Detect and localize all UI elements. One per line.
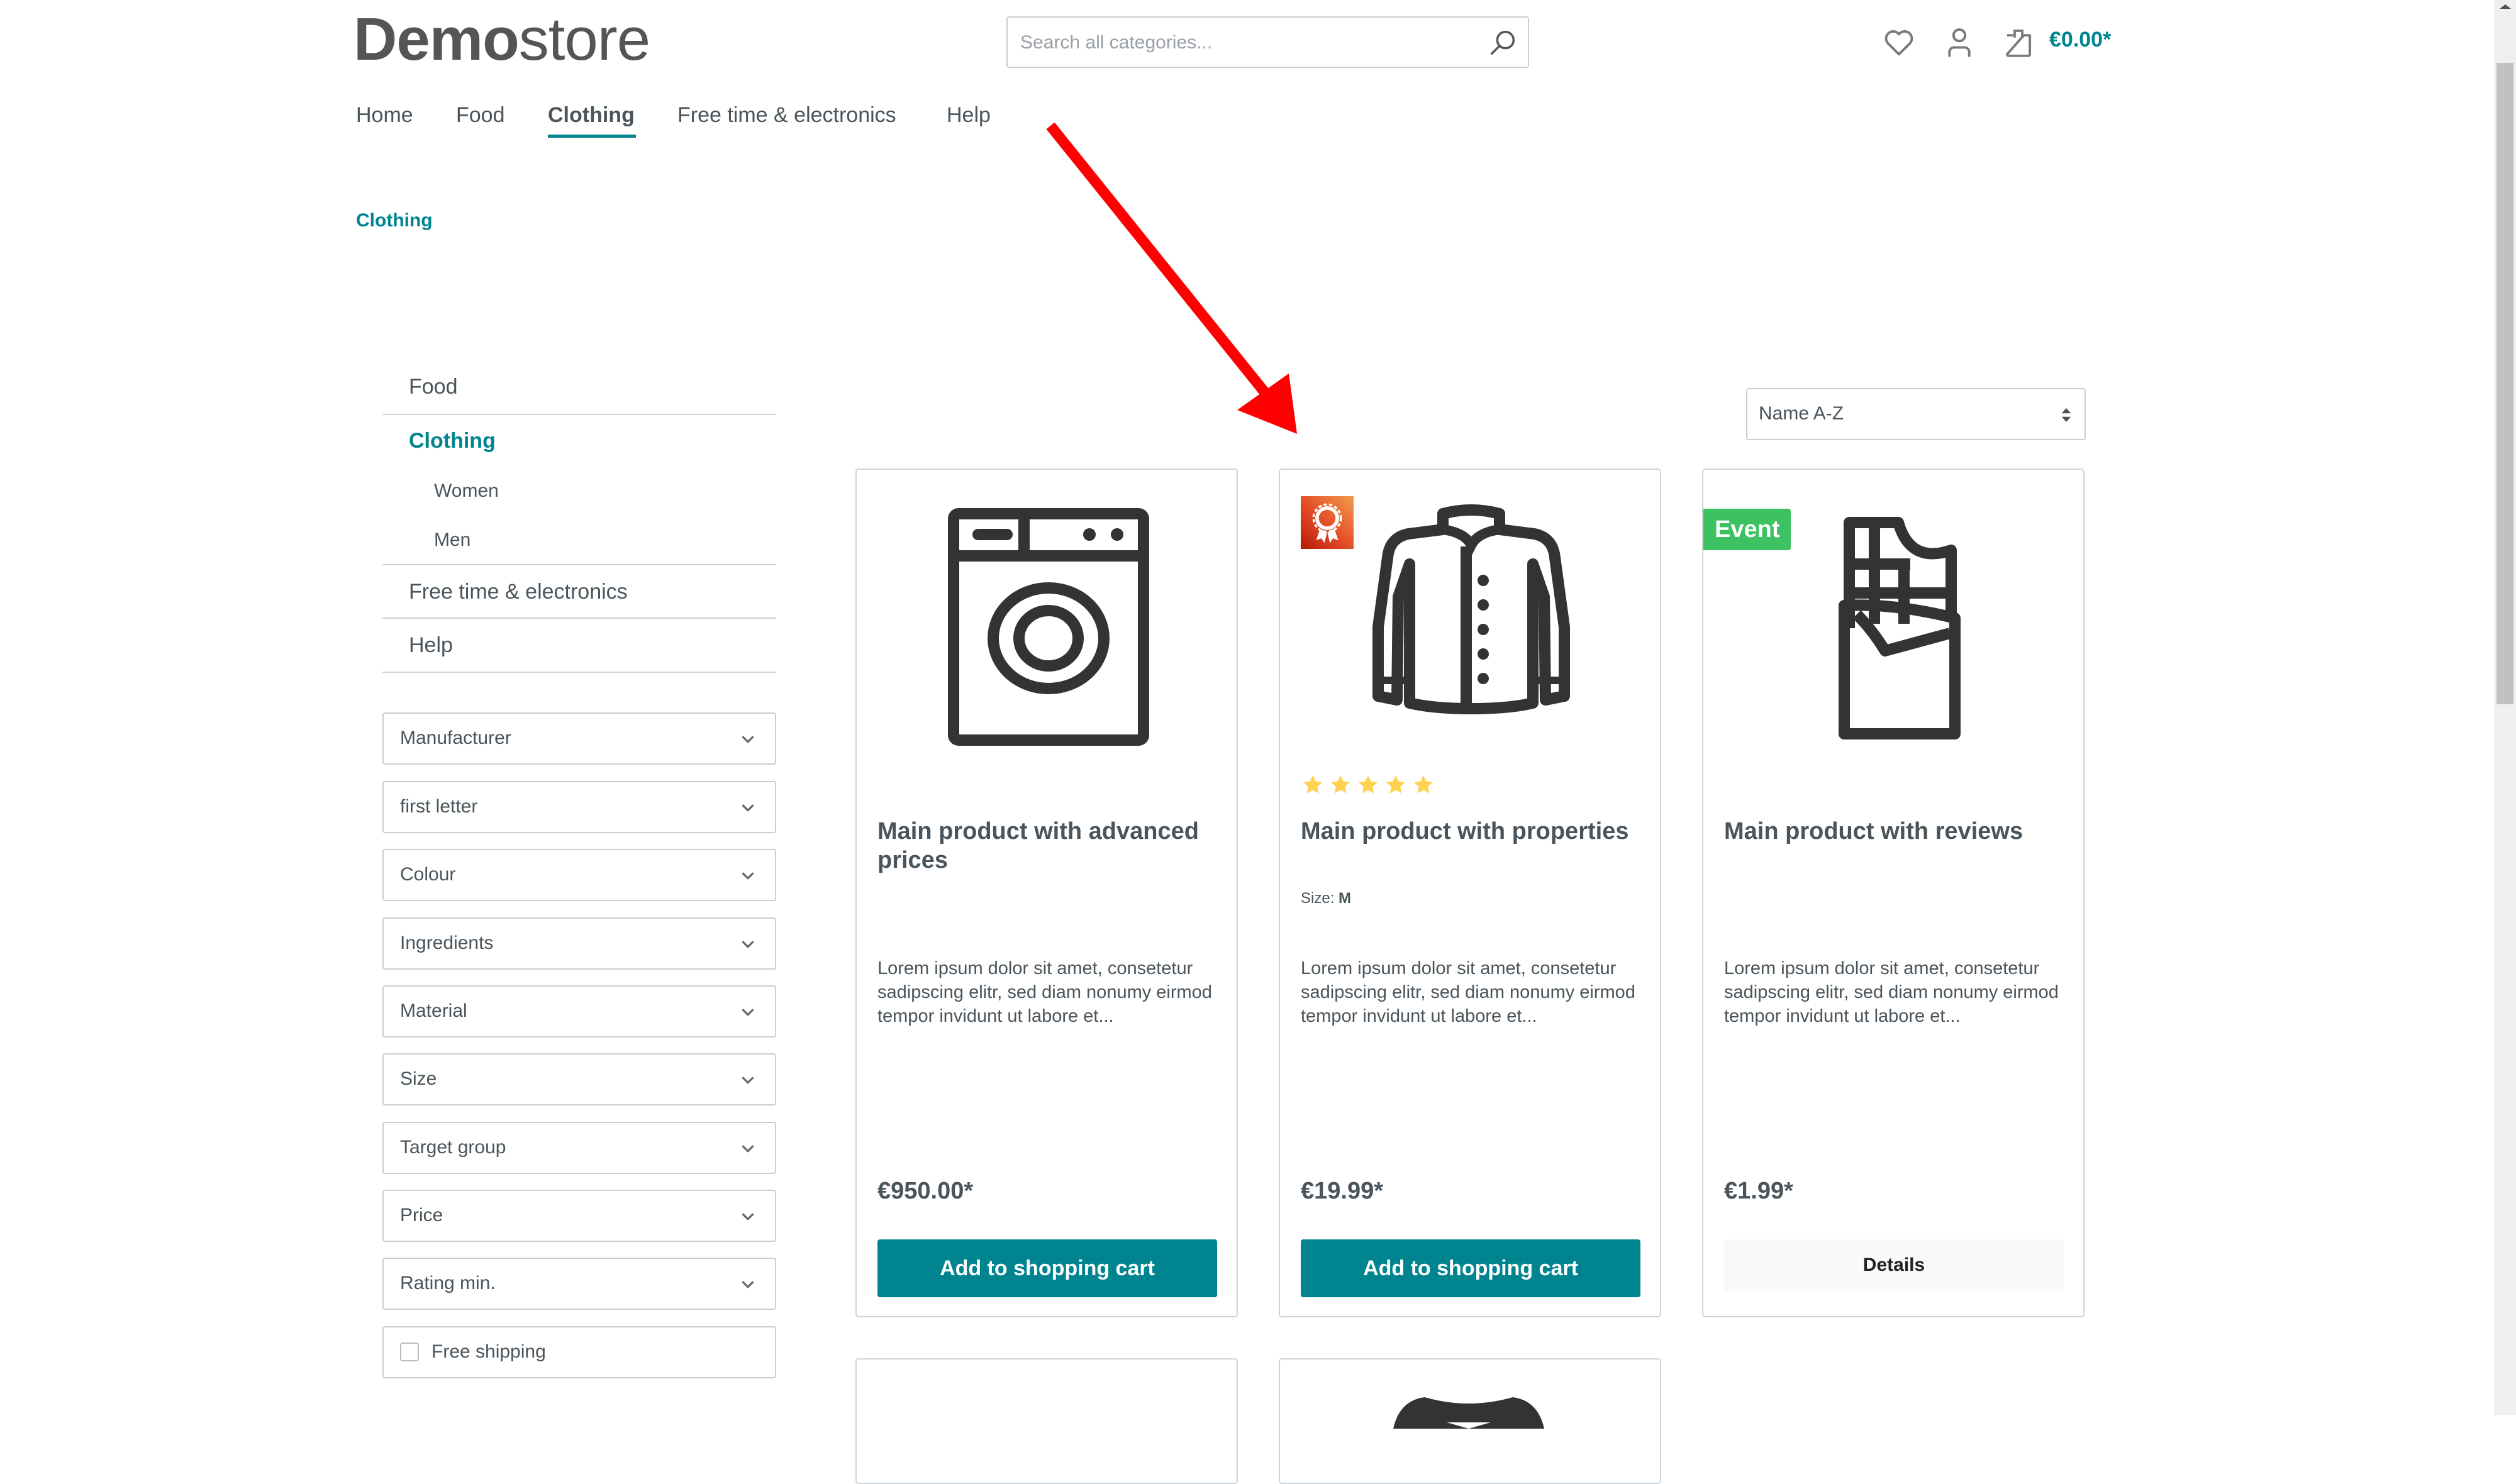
add-to-cart-button[interactable]: Add to shopping cart (877, 1239, 1217, 1297)
chevron-down-icon (742, 1145, 754, 1153)
filter-label: Rating min. (400, 1273, 496, 1293)
filter-free-shipping[interactable]: Free shipping (382, 1326, 776, 1378)
filter-label: Manufacturer (400, 728, 511, 748)
sidebar-divider (382, 564, 776, 565)
chocolate-bar-icon (1839, 517, 1961, 739)
product-title[interactable]: Main product with reviews (1724, 817, 2064, 846)
search-box (1006, 16, 1529, 68)
add-to-cart-button[interactable]: Add to shopping cart (1301, 1239, 1640, 1297)
nav-home[interactable]: Home (356, 103, 413, 128)
sidebar-item-clothing[interactable]: Clothing (409, 429, 496, 453)
property-label: Size: (1301, 890, 1335, 907)
nav-help[interactable]: Help (947, 103, 991, 128)
search-icon (1490, 30, 1515, 55)
product-card: Main product with properties Size: M Lor… (1279, 468, 1661, 1317)
sort-updown-icon (2061, 408, 2071, 422)
product-title[interactable]: Main product with advanced prices (877, 817, 1217, 875)
logo-bold-text: Demo (353, 6, 520, 73)
filter-size[interactable]: Size (382, 1053, 776, 1105)
nav-active-indicator (548, 135, 636, 138)
product-price: €19.99* (1301, 1178, 1384, 1204)
product-property: Size: M (1301, 890, 1351, 907)
chevron-down-icon (742, 1009, 754, 1016)
filter-label: first letter (400, 796, 478, 817)
filter-price[interactable]: Price (382, 1190, 776, 1242)
filter-label: Price (400, 1205, 443, 1226)
product-card (1279, 1358, 1661, 1484)
filter-rating-min[interactable]: Rating min. (382, 1258, 776, 1310)
cart-total[interactable]: €0.00* (2049, 28, 2111, 52)
account-button[interactable] (1941, 24, 1978, 60)
product-description: Lorem ipsum dolor sit amet, consetetur s… (1724, 958, 2059, 1026)
filter-label: Target group (400, 1137, 506, 1158)
chevron-down-icon (742, 1281, 754, 1288)
annotation-arrow-shaft (1046, 122, 1271, 399)
jacket-icon (1372, 504, 1570, 714)
sort-selected-value: Name A-Z (1759, 403, 1844, 424)
product-price: €950.00* (877, 1178, 974, 1204)
logo-light-text: store (518, 6, 650, 73)
nav-food[interactable]: Food (456, 103, 505, 128)
filter-label: Colour (400, 864, 456, 885)
free-shipping-checkbox[interactable] (400, 1343, 419, 1361)
sidebar-item-food[interactable]: Food (409, 375, 458, 399)
details-button[interactable]: Details (1724, 1239, 2064, 1291)
sort-select[interactable]: Name A-Z (1746, 388, 2086, 440)
sidebar-item-help[interactable]: Help (409, 633, 453, 658)
breadcrumb-current[interactable]: Clothing (356, 210, 433, 231)
product-card: Main product with advanced prices Lorem … (855, 468, 1238, 1317)
filter-ingredients[interactable]: Ingredients (382, 917, 776, 970)
chevron-down-icon (742, 1077, 754, 1084)
search-input[interactable] (1019, 18, 1474, 68)
star-icon (1330, 775, 1350, 794)
filter-first-letter[interactable]: first letter (382, 781, 776, 833)
star-icon (1413, 775, 1433, 794)
filter-label: Ingredients (400, 933, 494, 953)
nav-free-time-electronics[interactable]: Free time & electronics (677, 103, 896, 128)
shirt-icon (1393, 1397, 1544, 1429)
filter-target-group[interactable]: Target group (382, 1122, 776, 1174)
product-title[interactable]: Main product with properties (1301, 817, 1640, 846)
shopping-bag-icon (2005, 29, 2032, 57)
search-button[interactable] (1486, 26, 1519, 59)
annotation-arrow-head (1237, 374, 1297, 434)
rating-stars (1301, 773, 1435, 798)
chevron-down-icon (742, 941, 754, 948)
sidebar-item-women[interactable]: Women (434, 480, 499, 502)
heart-icon (1884, 30, 1913, 56)
washing-machine-icon (948, 508, 1149, 746)
filter-label: Material (400, 1000, 467, 1021)
nav-clothing[interactable]: Clothing (548, 103, 635, 128)
scrollbar-thumb[interactable] (2497, 63, 2513, 704)
sidebar-divider (382, 617, 776, 619)
sidebar-divider (382, 672, 776, 673)
product-card: Event Main product with reviews Lorem ip… (1702, 468, 2085, 1317)
filter-manufacturer[interactable]: Manufacturer (382, 712, 776, 765)
sidebar-item-free-time-electronics[interactable]: Free time & electronics (409, 580, 628, 604)
chevron-down-icon (742, 736, 754, 743)
product-card (855, 1358, 1238, 1484)
sidebar-item-men[interactable]: Men (434, 529, 470, 551)
star-icon (1303, 775, 1323, 794)
product-description: Lorem ipsum dolor sit amet, consetetur s… (1301, 958, 1635, 1026)
wishlist-button[interactable] (1881, 24, 1917, 60)
store-logo[interactable]: Demostore (353, 5, 650, 74)
sidebar-divider (382, 414, 776, 415)
star-icon (1386, 775, 1406, 794)
chevron-down-icon (742, 1213, 754, 1221)
chevron-down-icon (742, 804, 754, 812)
filter-label: Size (400, 1068, 437, 1089)
filter-material[interactable]: Material (382, 985, 776, 1038)
product-price: €1.99* (1724, 1178, 1793, 1204)
filter-colour[interactable]: Colour (382, 849, 776, 901)
star-icon (1358, 775, 1378, 794)
free-shipping-label: Free shipping (431, 1341, 546, 1362)
chevron-down-icon (742, 872, 754, 880)
cart-button[interactable] (2000, 24, 2037, 60)
product-description: Lorem ipsum dolor sit amet, consetetur s… (877, 958, 1212, 1026)
scroll-up-arrow-icon[interactable] (2498, 3, 2512, 10)
property-value: M (1339, 890, 1352, 907)
user-icon (1948, 28, 1971, 57)
